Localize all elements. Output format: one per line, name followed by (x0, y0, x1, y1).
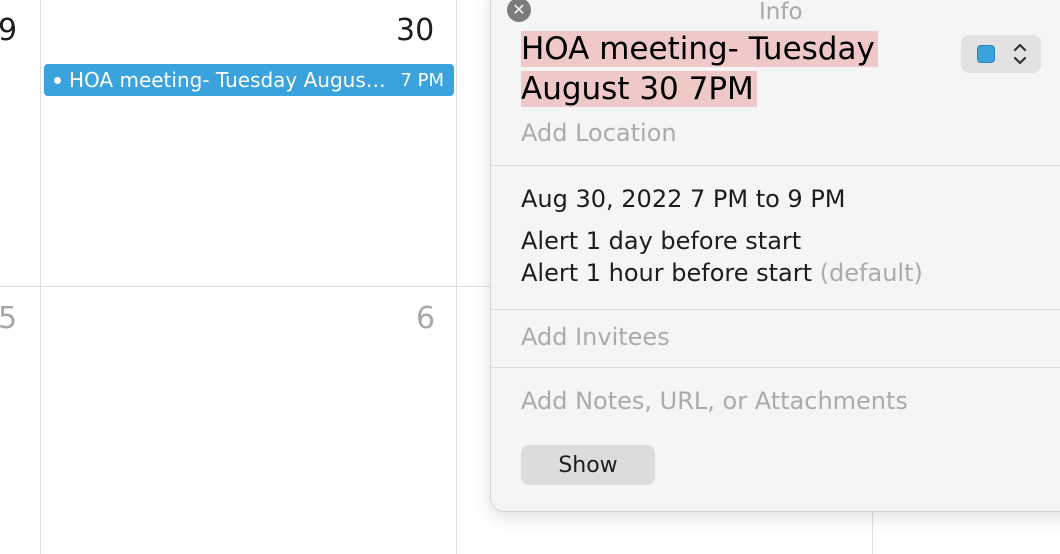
chevron-up-down-icon (1013, 43, 1027, 65)
popover-title: Info (759, 0, 803, 25)
divider (491, 367, 1060, 368)
event-info-popover: ✕ Info HOA meeting- Tuesday August 30 7P… (490, 0, 1060, 512)
event-name-line: HOA meeting- Tuesday (521, 31, 878, 67)
event-name-field[interactable]: HOA meeting- Tuesday August 30 7PM (521, 29, 951, 109)
grid-divider (456, 0, 457, 554)
add-location-field[interactable]: Add Location (521, 119, 677, 147)
grid-divider (40, 0, 41, 554)
divider (491, 165, 1060, 166)
add-notes-field[interactable]: Add Notes, URL, or Attachments (521, 387, 908, 415)
color-swatch-icon (977, 45, 995, 63)
show-button[interactable]: Show (521, 445, 655, 485)
day-number[interactable]: 30 (396, 14, 434, 48)
day-number[interactable]: 5 (0, 302, 17, 336)
event-name-line: August 30 7PM (521, 71, 757, 107)
alert-field[interactable]: Alert 1 day before start (521, 227, 801, 255)
day-number[interactable]: 9 (0, 14, 17, 48)
close-icon[interactable]: ✕ (507, 0, 531, 22)
event-dot-icon (54, 76, 61, 84)
event-title: HOA meeting- Tuesday August 30 7PM (69, 68, 388, 92)
calendar-event[interactable]: HOA meeting- Tuesday August 30 7PM 7 PM (44, 64, 454, 96)
divider (491, 309, 1060, 310)
alert-default-note: (default) (819, 259, 923, 287)
date-time-field[interactable]: Aug 30, 2022 7 PM to 9 PM (521, 185, 846, 213)
add-invitees-field[interactable]: Add Invitees (521, 323, 670, 351)
event-time: 7 PM (400, 69, 444, 91)
day-number[interactable]: 6 (416, 302, 435, 336)
calendar-color-picker[interactable] (961, 35, 1041, 73)
alert-text: Alert 1 hour before start (521, 259, 813, 287)
alert-field[interactable]: Alert 1 hour before start (default) (521, 259, 923, 287)
